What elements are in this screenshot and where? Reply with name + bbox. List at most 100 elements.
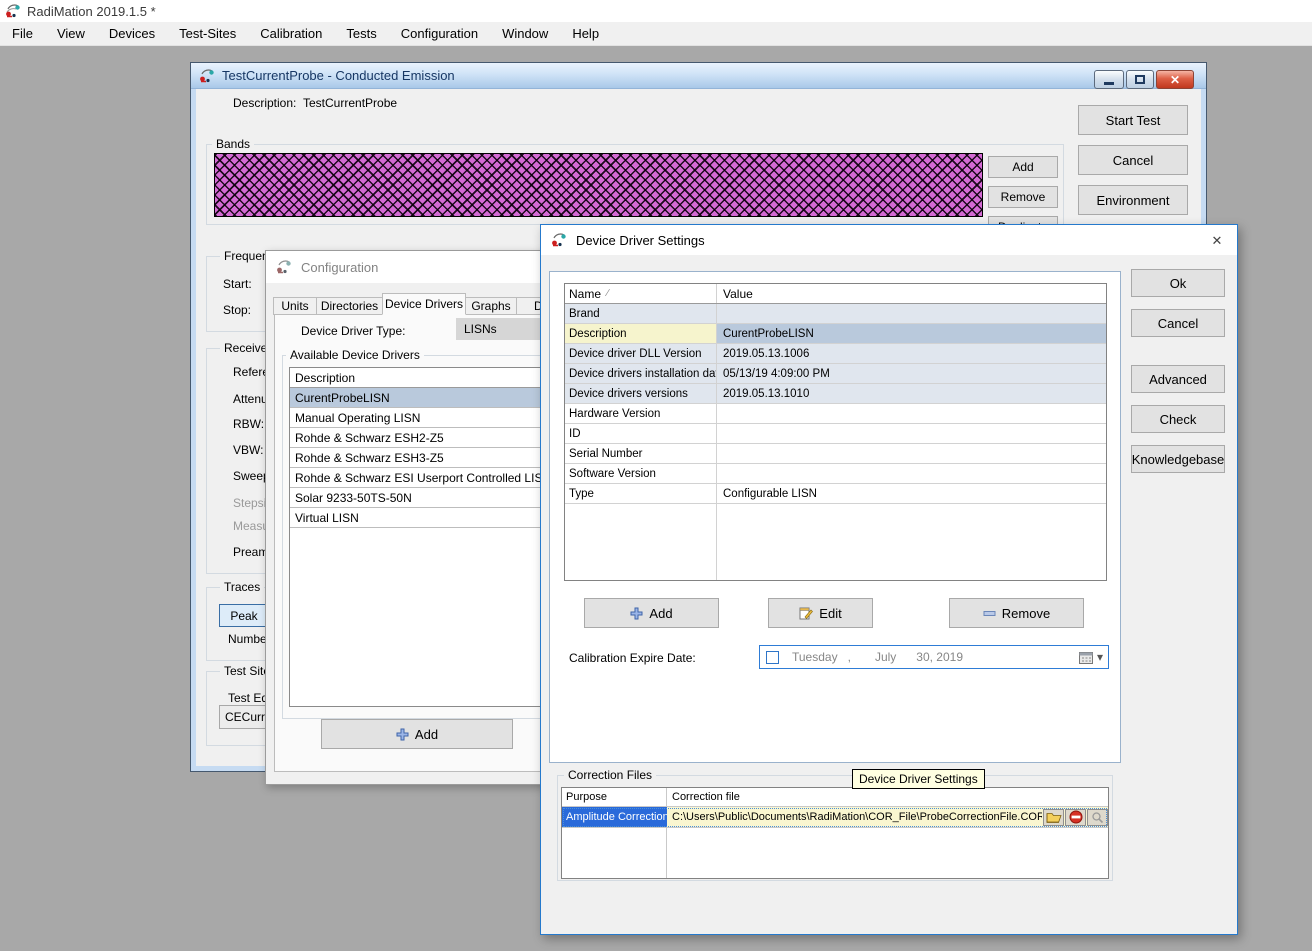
test-window-title: TestCurrentProbe - Conducted Emission: [222, 68, 455, 83]
knowledgebase-button[interactable]: Knowledgebase: [1131, 445, 1225, 473]
minimize-button[interactable]: [1094, 70, 1124, 89]
sort-ascending-icon: ∕: [607, 288, 609, 299]
edit-property-button[interactable]: Edit: [768, 598, 873, 628]
menu-item-help[interactable]: Help: [560, 22, 611, 45]
table-empty-area: [565, 504, 1106, 581]
add-property-button[interactable]: Add: [584, 598, 719, 628]
check-button[interactable]: Check: [1131, 405, 1225, 433]
menu-item-test-sites[interactable]: Test-Sites: [167, 22, 248, 45]
description-label: Description:: [233, 96, 296, 110]
column-header-value[interactable]: Value: [717, 284, 1106, 303]
tab-directories[interactable]: Directories: [316, 297, 383, 315]
magnifier-icon: [1091, 811, 1104, 824]
advanced-button[interactable]: Advanced: [1131, 365, 1225, 393]
cancel-button[interactable]: Cancel: [1131, 309, 1225, 337]
preamplifier-label: Preampl: [233, 545, 267, 559]
test-window-titlebar[interactable]: TestCurrentProbe - Conducted Emission: [191, 63, 1206, 89]
desktop: RadiMation 2019.1.5 * File View Devices …: [0, 0, 1312, 951]
menu-item-window[interactable]: Window: [490, 22, 560, 45]
column-header-purpose[interactable]: Purpose: [562, 788, 667, 806]
test-equipment-field[interactable]: CECurre: [219, 705, 267, 729]
table-row-id[interactable]: ID: [565, 424, 1106, 444]
correction-file-cell[interactable]: C:\Users\Public\Documents\RadiMation\COR…: [667, 807, 1108, 827]
correction-files-table: Purpose Correction file Amplitude Correc…: [561, 787, 1109, 879]
band-add-button[interactable]: Add: [988, 156, 1058, 178]
plus-icon: [396, 728, 409, 741]
minimize-icon: [1104, 82, 1114, 85]
radimation-icon: [199, 68, 215, 84]
close-icon: ✕: [1170, 73, 1180, 87]
menu-item-devices[interactable]: Devices: [97, 22, 167, 45]
table-row-installation-date[interactable]: Device drivers installation date 05/13/1…: [565, 364, 1106, 384]
menu-item-tests[interactable]: Tests: [334, 22, 388, 45]
edit-property-label: Edit: [819, 606, 841, 621]
number-label: Number: [228, 632, 267, 646]
remove-file-button[interactable]: [1065, 809, 1086, 826]
receiver-group-label: Receiver: [220, 341, 266, 355]
device-driver-type-label: Device Driver Type:: [301, 324, 405, 338]
ok-button[interactable]: Ok: [1131, 269, 1225, 297]
properties-table-header: Name ∕ Value: [565, 284, 1106, 304]
peak-toggle-button[interactable]: Peak: [219, 604, 269, 627]
app-titlebar: RadiMation 2019.1.5 *: [0, 0, 1312, 22]
app-menubar: File View Devices Test-Sites Calibration…: [0, 22, 1312, 46]
start-test-button[interactable]: Start Test: [1078, 105, 1188, 135]
column-header-correction-file[interactable]: Correction file: [667, 788, 1108, 806]
table-row-description[interactable]: Description CurentProbeLISN: [565, 324, 1106, 344]
configuration-title: Configuration: [301, 260, 378, 275]
open-folder-icon: [1046, 811, 1062, 823]
remove-property-label: Remove: [1002, 606, 1050, 621]
menu-item-file[interactable]: File: [0, 22, 45, 45]
reference-label: Referenc: [233, 365, 267, 379]
date-day-year[interactable]: 30, 2019: [916, 650, 963, 664]
table-row-serial-number[interactable]: Serial Number: [565, 444, 1106, 464]
config-add-driver-label: Add: [415, 727, 438, 742]
device-driver-settings-titlebar[interactable]: Device Driver Settings: [541, 225, 1237, 255]
date-separator: ,: [848, 650, 851, 664]
table-row-drivers-versions[interactable]: Device drivers versions 2019.05.13.1010: [565, 384, 1106, 404]
measure-label: Measure: [233, 519, 267, 533]
tab-units[interactable]: Units: [273, 297, 317, 315]
browse-file-button[interactable]: [1043, 809, 1064, 826]
dialog-close-button[interactable]: ✕: [1205, 230, 1229, 251]
close-button[interactable]: ✕: [1156, 70, 1194, 89]
cancel-button[interactable]: Cancel: [1078, 145, 1188, 175]
remove-property-button[interactable]: Remove: [949, 598, 1084, 628]
menu-item-view[interactable]: View: [45, 22, 97, 45]
bands-plot[interactable]: [214, 153, 983, 217]
start-label: Start:: [223, 277, 252, 291]
column-header-name[interactable]: Name ∕: [565, 284, 717, 303]
tab-device-drivers[interactable]: Device Drivers: [382, 293, 466, 315]
calibration-date-picker[interactable]: Tuesday , July 30, 2019 ▾: [759, 645, 1109, 669]
config-add-driver-button[interactable]: Add: [321, 719, 513, 749]
date-weekday[interactable]: Tuesday: [792, 650, 838, 664]
table-row-type[interactable]: Type Configurable LISN: [565, 484, 1106, 504]
correction-file-row[interactable]: Amplitude Correction C:\Users\Public\Doc…: [562, 807, 1108, 828]
device-driver-settings-title: Device Driver Settings: [576, 233, 705, 248]
stepsize-label: Stepsize: [233, 496, 267, 510]
traces-group-label: Traces: [220, 580, 264, 594]
tab-graphs[interactable]: Graphs: [465, 297, 517, 315]
table-row-software-version[interactable]: Software Version: [565, 464, 1106, 484]
band-remove-button[interactable]: Remove: [988, 186, 1058, 208]
date-enabled-checkbox[interactable]: [766, 651, 779, 664]
view-file-button[interactable]: [1087, 809, 1108, 826]
radimation-icon: [276, 259, 292, 275]
maximize-button[interactable]: [1126, 70, 1154, 89]
test-equipment-label: Test Equ: [228, 691, 267, 705]
environment-button[interactable]: Environment: [1078, 185, 1188, 215]
correction-file-path[interactable]: C:\Users\Public\Documents\RadiMation\COR…: [672, 811, 1042, 823]
correction-table-empty-area: [562, 828, 1108, 878]
date-month[interactable]: July: [875, 650, 896, 664]
properties-table: Name ∕ Value Brand Description CurentPro…: [564, 283, 1107, 581]
table-row-brand[interactable]: Brand: [565, 304, 1106, 324]
vbw-label: VBW:: [233, 443, 263, 457]
table-row-hardware-version[interactable]: Hardware Version: [565, 404, 1106, 424]
menu-item-configuration[interactable]: Configuration: [389, 22, 490, 45]
attenuation-label: Attenuat: [233, 392, 267, 406]
correction-purpose-cell[interactable]: Amplitude Correction: [562, 807, 667, 827]
table-row-dll-version[interactable]: Device driver DLL Version 2019.05.13.100…: [565, 344, 1106, 364]
dropdown-arrow-icon[interactable]: ▾: [1097, 650, 1103, 664]
device-driver-settings-dialog: Device Driver Settings ✕ Name ∕ Value Br…: [540, 224, 1238, 935]
menu-item-calibration[interactable]: Calibration: [248, 22, 334, 45]
